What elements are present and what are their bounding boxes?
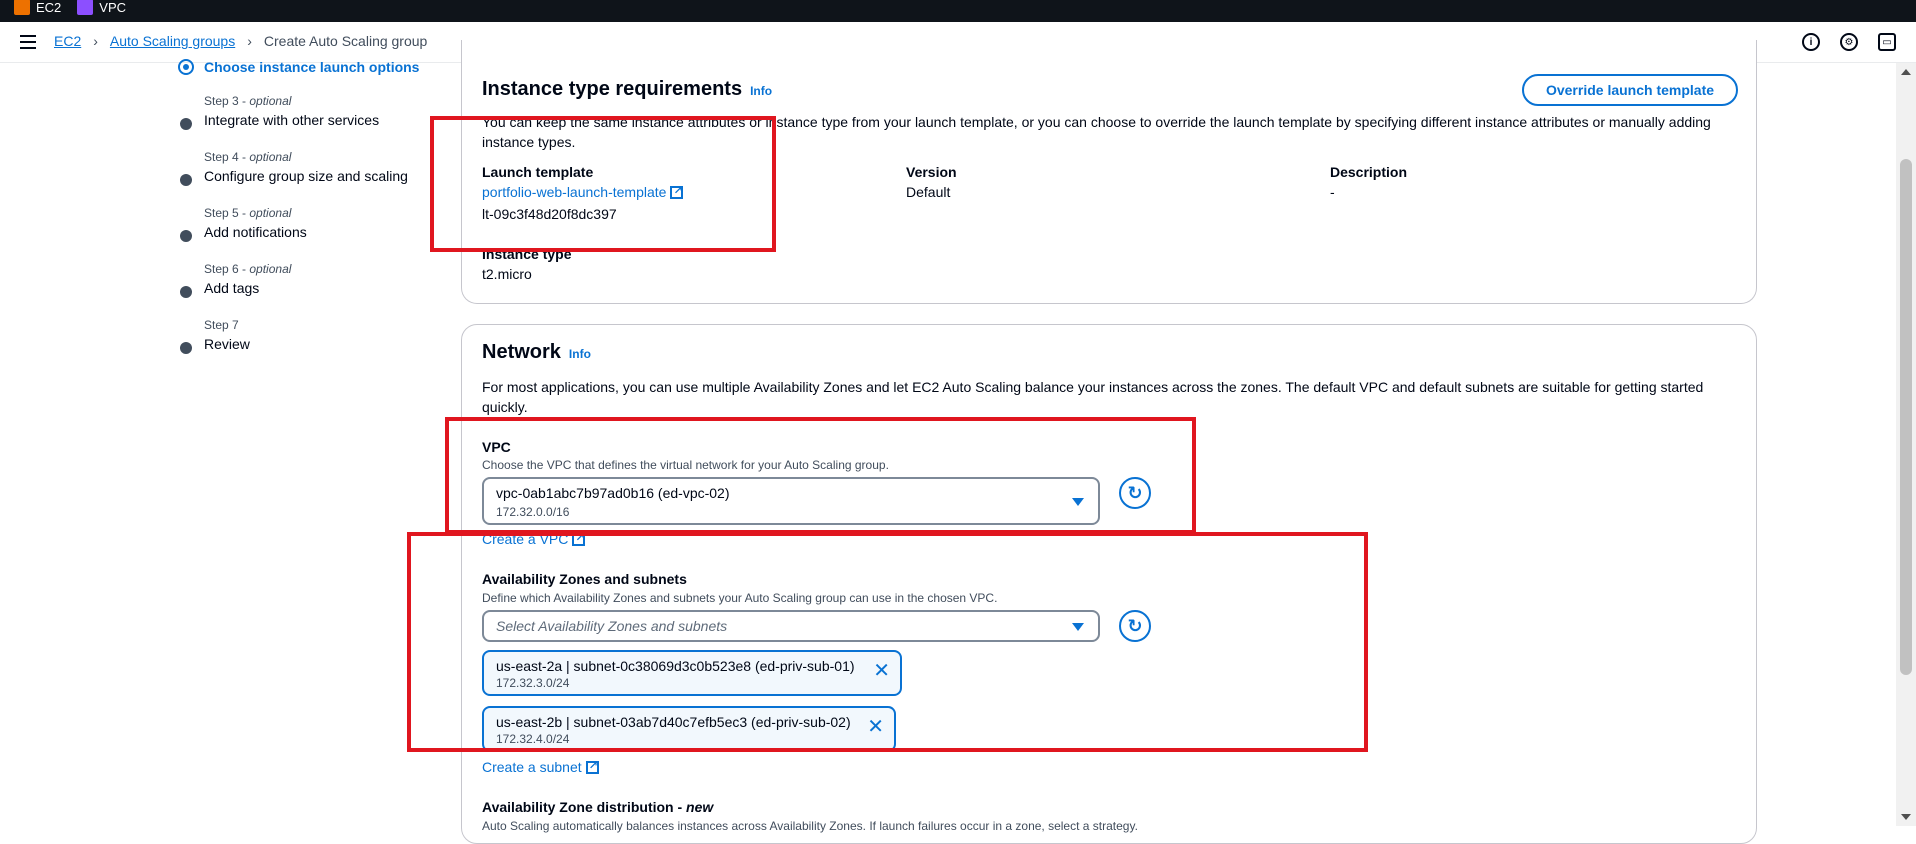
instance-type-value: t2.micro — [482, 266, 532, 282]
active-step-title: Choose instance launch options — [204, 59, 420, 75]
step-dot-icon — [180, 174, 192, 186]
step-label: Step 4 - optional — [204, 150, 292, 164]
step-title: Review — [204, 336, 250, 352]
step-title: Add tags — [204, 280, 260, 296]
description-label: Description — [1330, 164, 1408, 180]
step-label: Step 5 - optional — [204, 206, 292, 220]
step-item-5[interactable]: Step 5 - optional Add notifications — [178, 206, 428, 242]
service-label: VPC — [99, 0, 127, 15]
step-title: Configure group size and scaling — [204, 168, 408, 184]
step-label: Step 3 - optional — [204, 94, 292, 108]
panel-heading: Network Info — [482, 341, 591, 364]
service-label: EC2 — [36, 0, 62, 15]
new-badge: new — [686, 799, 714, 815]
breadcrumb-auto-scaling-groups[interactable]: Auto Scaling groups — [110, 33, 235, 49]
highlight-box-launch-template — [430, 116, 776, 252]
settings-icon[interactable]: ⚙ — [1840, 33, 1858, 51]
step-title: Integrate with other services — [204, 112, 380, 128]
highlight-box-vpc — [445, 417, 1196, 534]
menu-icon[interactable] — [20, 35, 36, 49]
scrollbar-thumb[interactable] — [1900, 159, 1912, 675]
page-scrollbar[interactable] — [1896, 63, 1916, 826]
create-subnet-row[interactable]: Create a subnet — [482, 759, 599, 777]
info-link[interactable]: Info — [569, 347, 591, 361]
step-item-3[interactable]: Step 3 - optional Integrate with other s… — [178, 94, 428, 130]
description-value: - — [1330, 184, 1335, 200]
ec2-service-icon — [14, 0, 30, 15]
az-distribution-description: Auto Scaling automatically balances inst… — [482, 819, 1138, 833]
service-shortcut-ec2[interactable]: EC2 — [14, 0, 61, 15]
chevron-right-icon: › — [247, 33, 252, 49]
step-dot-icon — [180, 230, 192, 242]
breadcrumb-ec2[interactable]: EC2 — [54, 33, 81, 49]
step-item-4[interactable]: Step 4 - optional Configure group size a… — [178, 150, 428, 186]
step-title: Add notifications — [204, 224, 307, 240]
network-description: For most applications, you can use multi… — [482, 379, 1704, 415]
service-bar: EC2 VPC — [0, 0, 1916, 22]
service-shortcut-vpc[interactable]: VPC — [77, 0, 126, 15]
info-link[interactable]: Info — [750, 84, 772, 98]
az-distribution-label: Availability Zone distribution - new — [482, 799, 714, 815]
panel-heading: Instance type requirements Info — [482, 78, 772, 101]
breadcrumb-current: Create Auto Scaling group — [263, 33, 428, 49]
vpc-service-icon — [77, 0, 94, 15]
active-step-icon — [178, 59, 194, 75]
breadcrumb: EC2 › Auto Scaling groups › Create Auto … — [54, 33, 427, 49]
step-dot-icon — [180, 118, 192, 130]
step-active[interactable]: Choose instance launch options — [178, 59, 419, 75]
create-subnet-link[interactable]: Create a subnet — [482, 759, 582, 775]
step-dot-icon — [180, 286, 192, 298]
chevron-right-icon: › — [93, 33, 98, 49]
network-title: Network — [482, 341, 561, 363]
step-item-7[interactable]: Step 7 Review — [178, 318, 428, 354]
external-link-icon — [585, 759, 599, 774]
step-dot-icon — [180, 342, 192, 354]
navbar-tools: i ⚙ ▭ — [1802, 33, 1896, 51]
highlight-box-subnets — [407, 532, 1368, 752]
step-label: Step 7 — [204, 318, 239, 332]
scroll-up-icon[interactable] — [1901, 69, 1911, 75]
version-group: Version Default — [906, 164, 957, 200]
scroll-down-icon[interactable] — [1901, 814, 1911, 820]
override-launch-template-button[interactable]: Override launch template — [1522, 74, 1738, 106]
step-item-6[interactable]: Step 6 - optional Add tags — [178, 262, 428, 298]
description-group: Description - — [1330, 164, 1407, 200]
instance-type-title: Instance type requirements — [482, 78, 743, 100]
version-value: Default — [906, 184, 951, 200]
step-label: Step 6 - optional — [204, 262, 292, 276]
info-icon[interactable]: i — [1802, 33, 1820, 51]
display-icon[interactable]: ▭ — [1878, 33, 1896, 51]
version-label: Version — [906, 164, 957, 180]
